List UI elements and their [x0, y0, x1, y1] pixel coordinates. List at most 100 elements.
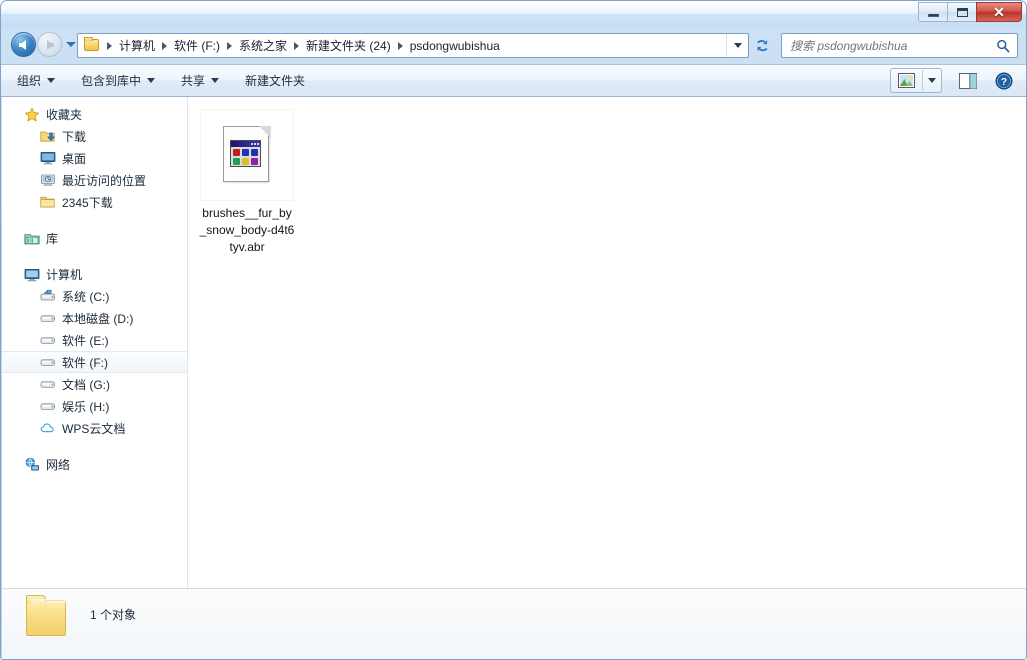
view-control-group [890, 68, 942, 93]
search-box[interactable] [781, 33, 1018, 58]
sidebar-label-drive-d: 本地磁盘 (D:) [62, 311, 134, 326]
status-item-count: 1 个对象 [90, 608, 137, 622]
breadcrumb-item-0[interactable]: 计算机 [115, 34, 159, 57]
forward-button[interactable] [37, 32, 62, 57]
sidebar-label-recent-places: 最近访问的位置 [62, 173, 147, 188]
drive-icon [40, 376, 56, 392]
chevron-down-icon[interactable] [66, 42, 76, 47]
preview-pane-button[interactable] [952, 68, 984, 93]
drive-icon [40, 354, 56, 370]
nav-group-computer: 计算机 系统 (C:) 本地磁盘 (D:) 软件 (E:) 软件 (F:) 文档… [2, 264, 187, 439]
status-bar: 1 个对象 [2, 588, 1026, 659]
breadcrumb-separator-icon [227, 41, 233, 50]
chevron-down-icon [927, 78, 936, 83]
generic-program-file-icon [223, 126, 271, 184]
refresh-icon [756, 39, 768, 51]
sidebar-item-downloads[interactable]: 下载 [2, 125, 187, 147]
sidebar-item-network[interactable]: 网络 [2, 454, 187, 475]
sidebar-label-downloads: 下载 [62, 129, 87, 144]
network-icon [24, 457, 40, 473]
change-view-button[interactable] [891, 69, 922, 92]
arrow-left-icon [19, 39, 26, 50]
search-icon [997, 39, 1010, 52]
breadcrumb-separator-icon [107, 41, 112, 50]
arrow-right-icon [47, 39, 54, 50]
sidebar-item-drive-h[interactable]: 娱乐 (H:) [2, 395, 187, 417]
breadcrumb: 计算机 软件 (F:) 系统之家 新建文件夹 (24) psdongwubish… [102, 34, 726, 57]
sidebar-label-drive-g: 文档 (G:) [62, 377, 110, 392]
sidebar-label-computer: 计算机 [46, 268, 83, 282]
back-button[interactable] [11, 32, 36, 57]
star-icon [24, 107, 40, 123]
folder-icon [22, 594, 72, 642]
sidebar-label-network: 网络 [46, 458, 71, 472]
sidebar-item-drive-g[interactable]: 文档 (G:) [2, 373, 187, 395]
sidebar-item-2345download[interactable]: 2345下载 [2, 191, 187, 213]
computer-icon [24, 267, 40, 283]
folder-icon [40, 194, 56, 210]
title-bar[interactable]: ✕ [1, 1, 1026, 28]
breadcrumb-separator-icon [294, 41, 300, 50]
organize-button[interactable]: 组织 [7, 66, 65, 95]
maximize-restore-button[interactable] [947, 2, 976, 22]
sidebar-label-drive-c: 系统 (C:) [62, 289, 110, 304]
sidebar-item-libraries[interactable]: 库 [2, 228, 187, 249]
chevron-down-icon [733, 43, 742, 48]
file-list-pane[interactable]: brushes__fur_by_snow_body-d4t6tyv.abr [188, 97, 1026, 588]
preview-pane-icon [959, 72, 977, 89]
file-item[interactable]: brushes__fur_by_snow_body-d4t6tyv.abr [198, 105, 296, 262]
sidebar-item-desktop[interactable]: 桌面 [2, 147, 187, 169]
address-bar-row: 计算机 软件 (F:) 系统之家 新建文件夹 (24) psdongwubish… [1, 29, 1026, 63]
navigation-buttons [11, 32, 76, 57]
breadcrumb-item-1[interactable]: 软件 (F:) [170, 34, 224, 57]
help-icon: ? [995, 72, 1013, 89]
breadcrumb-item-2[interactable]: 系统之家 [235, 34, 291, 57]
refresh-button[interactable] [751, 33, 773, 58]
sidebar-label-drive-f: 软件 (F:) [62, 355, 108, 370]
view-options-button[interactable] [922, 69, 941, 92]
breadcrumb-item-4[interactable]: psdongwubishua [406, 36, 504, 56]
minimize-button[interactable] [918, 2, 947, 22]
sidebar-label-drive-e: 软件 (E:) [62, 333, 109, 348]
sidebar-label-favorites: 收藏夹 [46, 108, 83, 122]
sidebar-item-drive-f[interactable]: 软件 (F:) [2, 351, 187, 373]
chevron-down-icon [147, 78, 156, 83]
restore-icon [956, 7, 968, 17]
system-drive-icon [40, 288, 56, 304]
drive-icon [40, 398, 56, 414]
address-bar[interactable]: 计算机 软件 (F:) 系统之家 新建文件夹 (24) psdongwubish… [77, 33, 749, 58]
sidebar-label-libraries: 库 [46, 232, 59, 246]
share-with-label: 共享 [181, 74, 206, 88]
navigation-pane[interactable]: 收藏夹 下载 桌面 最近访问的位置 2345下载 库 计算机 系统 (C:) 本… [2, 97, 187, 588]
sidebar-item-favorites[interactable]: 收藏夹 [2, 104, 187, 125]
organize-label: 组织 [17, 74, 42, 88]
sidebar-item-wps-cloud[interactable]: WPS云文档 [2, 417, 187, 439]
recent-places-icon [40, 172, 56, 188]
close-icon: ✕ [993, 4, 1005, 20]
close-button[interactable]: ✕ [976, 2, 1022, 22]
sidebar-label-drive-h: 娱乐 (H:) [62, 399, 110, 414]
file-name-label: brushes__fur_by_snow_body-d4t6tyv.abr [199, 206, 295, 254]
program-window-glyph [230, 140, 261, 167]
help-button[interactable]: ? [990, 68, 1018, 93]
include-in-library-button[interactable]: 包含到库中 [71, 66, 165, 95]
nav-group-libraries: 库 [2, 228, 187, 249]
sidebar-item-recent-places[interactable]: 最近访问的位置 [2, 169, 187, 191]
titlebar-glass-sheen [1, 1, 1026, 14]
breadcrumb-item-3[interactable]: 新建文件夹 (24) [302, 34, 395, 57]
command-bar-right-group: ? [890, 68, 1018, 93]
address-dropdown-button[interactable] [726, 34, 748, 57]
sidebar-item-drive-e[interactable]: 软件 (E:) [2, 329, 187, 351]
sidebar-item-drive-d[interactable]: 本地磁盘 (D:) [2, 307, 187, 329]
new-folder-button[interactable]: 新建文件夹 [235, 66, 315, 95]
sidebar-item-drive-c[interactable]: 系统 (C:) [2, 285, 187, 307]
share-with-button[interactable]: 共享 [171, 66, 229, 95]
sidebar-item-computer[interactable]: 计算机 [2, 264, 187, 285]
folder-icon [84, 36, 100, 53]
explorer-window: ✕ 计算机 软件 (F:) 系统之家 新建文件夹 (24) psdongwubi… [0, 0, 1027, 660]
search-input[interactable] [782, 38, 996, 53]
file-grid: brushes__fur_by_snow_body-d4t6tyv.abr [188, 97, 1026, 262]
